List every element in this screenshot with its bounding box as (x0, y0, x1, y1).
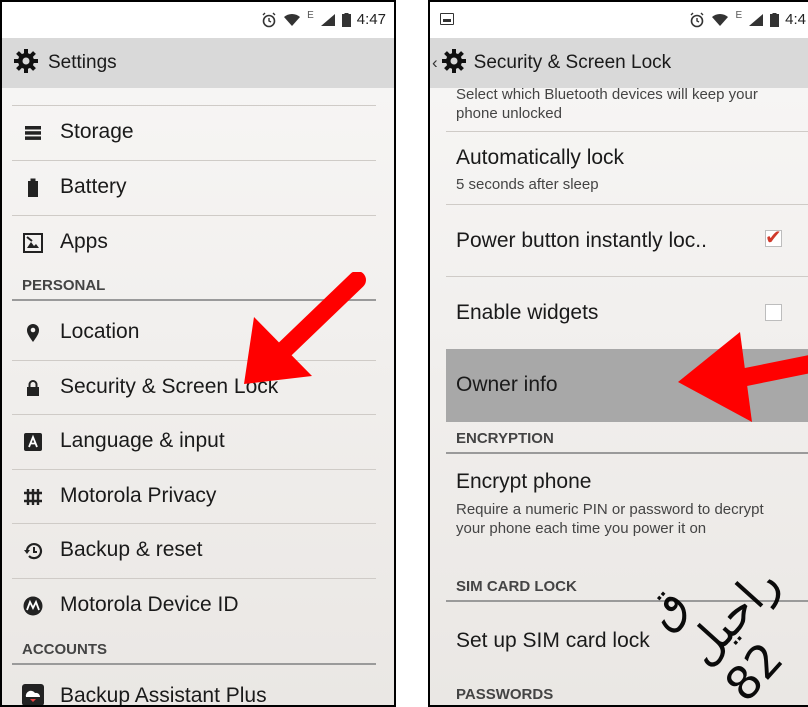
alarm-icon (689, 12, 705, 28)
settings-item-security[interactable]: Security & Screen Lock (2, 361, 394, 415)
power-button-lock-item[interactable]: Power button instantly loc.. ✔ (446, 205, 808, 277)
enable-widgets-item[interactable]: Enable widgets (446, 277, 808, 349)
settings-item-storage[interactable]: Storage (2, 106, 394, 161)
automatically-lock-item[interactable]: Automatically lock 5 seconds after sleep (446, 132, 808, 205)
section-header-personal: PERSONAL (12, 275, 376, 301)
item-title: Owner info (456, 373, 558, 396)
motorola-icon (22, 595, 44, 617)
language-icon (22, 431, 44, 453)
lock-icon (22, 377, 44, 399)
settings-item-backup-reset[interactable]: Backup & reset (2, 524, 394, 579)
settings-item-label: Motorola Device ID (60, 593, 239, 616)
privacy-icon (22, 486, 44, 508)
security-screen: E 4:4 ‹ Security & Screen Lock Select wh… (428, 0, 808, 707)
trusted-bluetooth-item[interactable]: Select which Bluetooth devices will keep… (446, 86, 808, 132)
item-title: Encrypt phone (456, 470, 592, 493)
status-bar: E 4:4 (430, 2, 808, 38)
settings-item-label: Storage (60, 120, 134, 143)
signal-icon (748, 13, 764, 27)
settings-item-language[interactable]: Language & input (2, 415, 394, 470)
item-title: Power button instantly loc.. (456, 229, 707, 252)
encrypt-phone-item[interactable]: Encrypt phone Require a numeric PIN or p… (446, 460, 808, 572)
page-title: Security & Screen Lock (473, 52, 672, 73)
settings-item-label: Location (60, 320, 140, 343)
page-title: Settings (48, 52, 117, 73)
checkmark-icon: ✔ (765, 227, 782, 249)
section-header-passwords: PASSWORDS (446, 684, 808, 705)
action-bar: ‹ Security & Screen Lock (430, 38, 808, 88)
item-subtitle: Require a numeric PIN or password to dec… (456, 501, 764, 537)
storage-icon (22, 122, 44, 144)
battery-icon (22, 177, 44, 199)
wifi-icon (283, 13, 301, 27)
section-header-encryption: ENCRYPTION (446, 428, 808, 454)
enable-widgets-checkbox[interactable] (765, 304, 782, 321)
network-type: E (307, 10, 314, 21)
alarm-icon (261, 12, 277, 28)
settings-item-label: Security & Screen Lock (60, 375, 279, 398)
back-chevron-icon[interactable]: ‹ (432, 53, 438, 73)
settings-item-label: Battery (60, 175, 127, 198)
apps-icon (22, 232, 44, 254)
item-subtitle: 5 seconds after sleep (456, 176, 599, 193)
backup-assistant-icon (22, 684, 44, 705)
settings-screen: E 4:47 Settings Storage Battery Apps PER… (0, 0, 396, 707)
item-title: Automatically lock (456, 146, 625, 169)
list-item-partial[interactable] (2, 88, 394, 106)
signal-icon (320, 13, 336, 27)
sim-card-lock-item[interactable]: Set up SIM card lock (446, 605, 808, 680)
wifi-icon (711, 13, 729, 27)
settings-item-label: Apps (60, 230, 108, 253)
status-bar: E 4:47 (2, 2, 394, 38)
status-time: 4:47 (356, 11, 386, 28)
item-title: Enable widgets (456, 301, 599, 324)
settings-item-label: Language & input (60, 429, 225, 452)
settings-item-label: Backup Assistant Plus (60, 684, 267, 707)
settings-item-motorola-device-id[interactable]: Motorola Device ID (2, 579, 394, 634)
backup-icon (22, 540, 44, 562)
settings-item-motorola-privacy[interactable]: Motorola Privacy (2, 470, 394, 524)
trusted-bluetooth-subtitle: Select which Bluetooth devices will keep… (456, 86, 758, 122)
battery-status-icon (341, 12, 351, 27)
power-button-lock-checkbox[interactable]: ✔ (765, 227, 782, 249)
owner-info-item[interactable]: Owner info (446, 349, 808, 422)
network-type: E (735, 10, 743, 21)
status-time: 4:4 (785, 11, 806, 28)
settings-item-backup-assistant[interactable]: Backup Assistant Plus (2, 670, 394, 707)
location-icon (22, 322, 44, 344)
section-header-accounts: ACCOUNTS (12, 639, 376, 665)
settings-item-battery[interactable]: Battery (2, 161, 394, 216)
screenshot-notification-icon (440, 13, 454, 25)
settings-gear-icon[interactable] (12, 47, 40, 80)
settings-item-label: Motorola Privacy (60, 484, 217, 507)
battery-status-icon (770, 12, 780, 27)
settings-item-location[interactable]: Location (2, 306, 394, 361)
settings-item-label: Backup & reset (60, 538, 203, 561)
settings-item-apps[interactable]: Apps (2, 216, 394, 271)
section-header-sim-card-lock: SIM CARD LOCK (446, 576, 808, 602)
settings-gear-icon[interactable] (440, 47, 468, 80)
action-bar: Settings (2, 38, 394, 88)
item-title: Set up SIM card lock (456, 629, 650, 652)
